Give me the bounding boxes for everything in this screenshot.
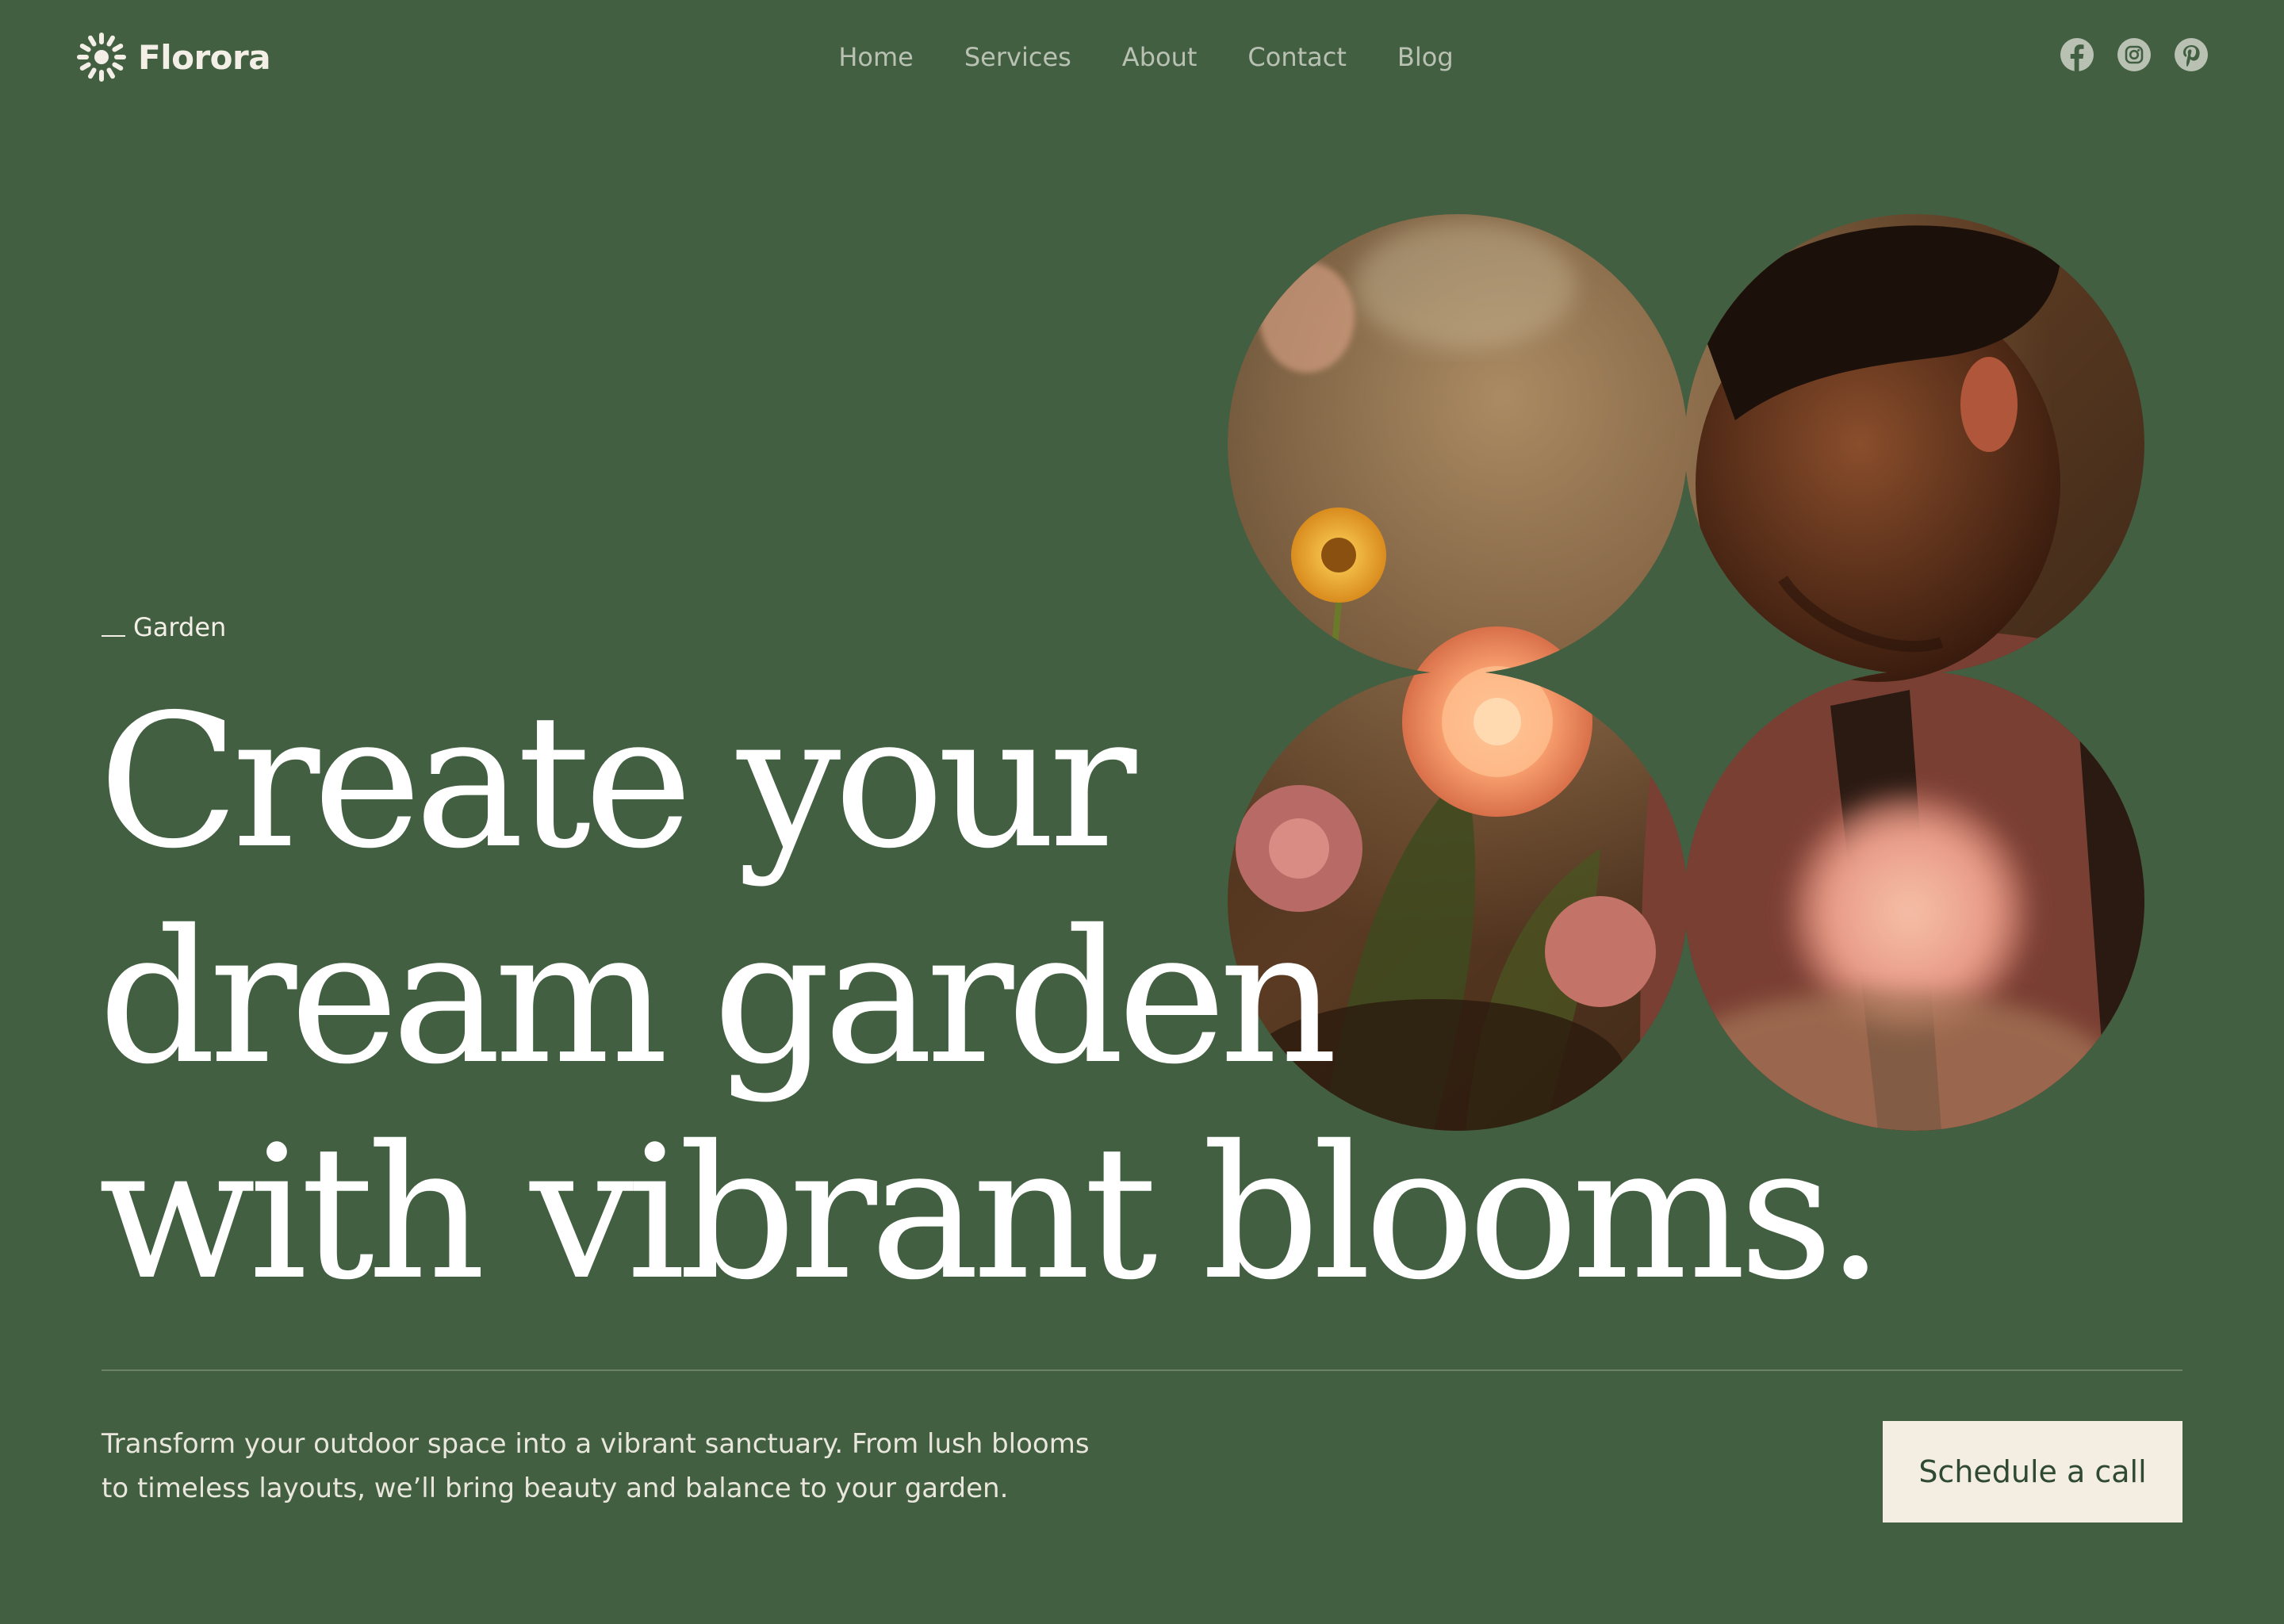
headline-line-3: with vibrant blooms. — [98, 1106, 1884, 1320]
facebook-icon[interactable] — [2060, 38, 2094, 71]
schedule-call-button[interactable]: Schedule a call — [1883, 1421, 2182, 1522]
hero-headline: Create your dream garden with vibrant bl… — [98, 674, 1884, 1321]
description-line-2: to timeless layouts, we’ll bring beauty … — [102, 1473, 1009, 1504]
nav-item-services[interactable]: Services — [964, 42, 1071, 72]
nav-item-contact[interactable]: Contact — [1247, 42, 1347, 72]
nav-item-blog[interactable]: Blog — [1397, 42, 1454, 72]
brand-logo[interactable]: Florora — [76, 32, 271, 82]
nav-item-about[interactable]: About — [1122, 42, 1198, 72]
section-eyebrow: Garden — [102, 612, 226, 642]
brand-name: Florora — [138, 37, 271, 77]
headline-line-2: dream garden — [98, 891, 1338, 1105]
social-links — [2060, 38, 2208, 71]
eyebrow-dash — [102, 635, 125, 637]
instagram-icon[interactable] — [2117, 38, 2151, 71]
hero-description: Transform your outdoor space into a vibr… — [102, 1422, 1164, 1511]
sunburst-logo-icon — [77, 33, 126, 82]
eyebrow-label: Garden — [133, 612, 227, 642]
description-line-1: Transform your outdoor space into a vibr… — [102, 1428, 1090, 1460]
section-divider — [102, 1369, 2182, 1371]
main-nav: Home Services About Contact Blog — [817, 32, 1475, 82]
headline-line-1: Create your — [98, 675, 1136, 889]
nav-item-home[interactable]: Home — [838, 42, 914, 72]
pinterest-icon[interactable] — [2175, 38, 2208, 71]
